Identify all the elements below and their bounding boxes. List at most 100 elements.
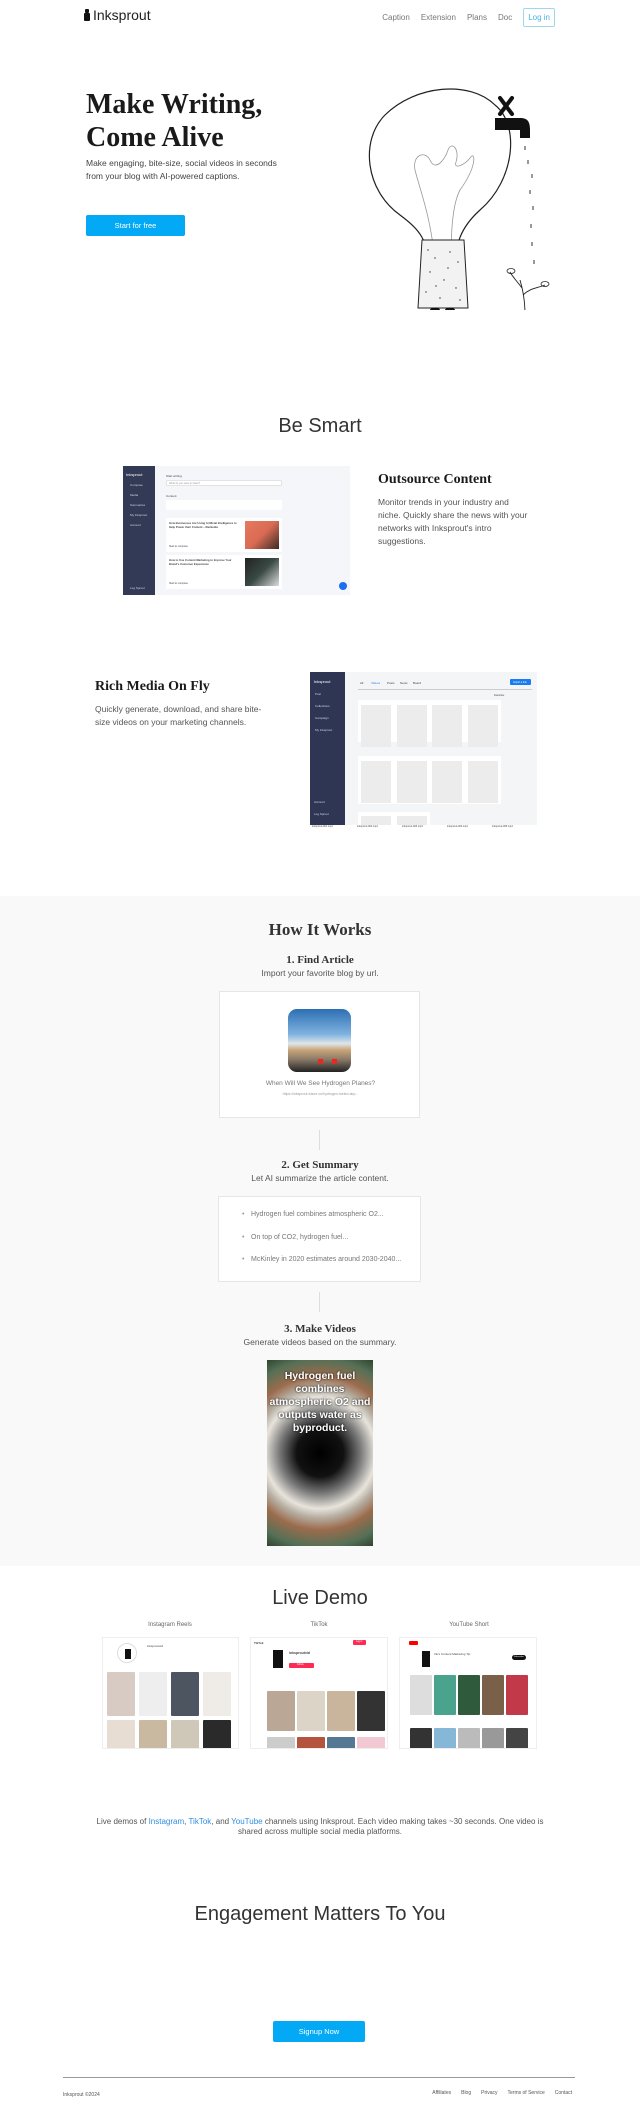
video-thumb	[397, 705, 427, 747]
video-thumb	[468, 761, 498, 803]
video-thumb	[397, 816, 427, 825]
app1-nav-footer: Log Sprout	[130, 586, 145, 590]
footer-links: Affiliates Blog Privacy Terms of Service…	[432, 2090, 572, 2096]
start-free-button[interactable]: Start for free	[86, 215, 185, 236]
signup-button[interactable]: Signup Now	[273, 2021, 365, 2042]
login-button[interactable]: Log in	[523, 8, 555, 27]
download-item: inksprout-004.mp4	[447, 825, 468, 828]
step-connector	[319, 1292, 320, 1312]
app1-nav-account: Account	[130, 523, 141, 527]
youtube-demo[interactable]: Ink's Content Marketing Tip Subscribe	[399, 1637, 537, 1749]
app1-article-action-2: Start to compose	[169, 582, 188, 585]
nav-link-doc[interactable]: Doc	[498, 13, 512, 22]
chat-bubble-icon	[339, 582, 347, 590]
hero-title: Make Writing, Come Alive	[86, 88, 386, 154]
app1-brand: Inksprout	[126, 472, 143, 477]
footer-link-affiliates[interactable]: Affiliates	[432, 2090, 451, 2096]
app1-sidebar: Inksprout Compose Media Summaries My Ink…	[123, 466, 155, 595]
compose-app-screenshot: Inksprout Compose Media Summaries My Ink…	[123, 466, 350, 595]
app1-article-title-1: How Businesses Are Using Artificial Inte…	[169, 521, 237, 529]
app2-filter: Favorites	[494, 694, 505, 697]
lightbulb-illustration	[368, 88, 550, 310]
water-drops	[524, 146, 535, 264]
app2-import-button: Import a link	[510, 679, 531, 685]
app2-nav-campaign: Campaign	[315, 716, 329, 720]
hero-title-line1: Make Writing,	[86, 89, 263, 120]
app2-nav-collections: Collections	[315, 704, 330, 708]
app2-sidebar: Inksprout Post Collections Campaign My I…	[310, 672, 345, 825]
summary-bullet: McKinley in 2020 estimates around 2030-2…	[242, 1256, 401, 1263]
footer-link-terms[interactable]: Terms of Service	[508, 2090, 545, 2096]
app1-article-action-1: Start to compose	[169, 545, 188, 548]
article-title: When Will We See Hydrogen Planes?	[265, 1080, 376, 1087]
tiktok-demo[interactable]: TikTok Log in inksproutvid Follow	[250, 1637, 388, 1749]
tiktok-handle: inksproutvid	[289, 1651, 311, 1655]
video-caption: Hydrogen fuel combines atmospheric O2 an…	[269, 1370, 371, 1434]
app1-article-title-2: How to Use Content Marketing to Improve …	[169, 558, 232, 566]
app1-content-label: Content	[166, 494, 177, 498]
be-smart-title: Be Smart	[278, 415, 362, 437]
nav-link-caption[interactable]: Caption	[382, 13, 410, 22]
demo-label-instagram: Instagram Reels	[148, 1622, 192, 1628]
footer-link-blog[interactable]: Blog	[461, 2090, 471, 2096]
step3-heading: 3. Make Videos	[284, 1323, 356, 1335]
generated-video-preview[interactable]: Hydrogen fuel combines atmospheric O2 an…	[267, 1360, 373, 1546]
faucet-handle	[498, 96, 514, 116]
tiktok-avatar	[273, 1650, 283, 1668]
instagram-handle: inksproutvid	[147, 1644, 164, 1648]
brand-name: Inksprout	[93, 7, 151, 23]
tiktok-login-button: Log in	[353, 1640, 366, 1645]
app2-nav-my-inksprout: My Inksprout	[315, 728, 333, 732]
nav-links: Caption Extension Plans Doc Log in	[382, 8, 555, 27]
footer-divider	[63, 2077, 575, 2078]
app2-nav-post: Post	[315, 692, 322, 696]
video-thumb	[397, 761, 427, 803]
step2-heading: 2. Get Summary	[281, 1159, 359, 1171]
youtube-link[interactable]: YouTube	[231, 1817, 262, 1826]
video-thumb	[468, 705, 498, 747]
app1-nav-media: Media	[130, 493, 139, 497]
nav-link-extension[interactable]: Extension	[421, 13, 456, 22]
hero-subtitle: Make engaging, bite-size, social videos …	[86, 158, 277, 181]
nav-link-plans[interactable]: Plans	[467, 13, 487, 22]
hero-title-line2: Come Alive	[86, 122, 224, 153]
video-thumb	[361, 761, 391, 803]
instagram-avatar	[117, 1643, 137, 1663]
footer-link-privacy[interactable]: Privacy	[481, 2090, 497, 2096]
youtube-logo-icon	[409, 1641, 418, 1645]
app2-tab-videos: Videos	[371, 681, 381, 685]
step2-body: Let AI summarize the article content.	[251, 1173, 389, 1183]
brand-logo[interactable]: Inksprout	[84, 7, 151, 23]
tiktok-link[interactable]: TikTok	[188, 1817, 211, 1826]
video-thumb	[432, 705, 462, 747]
app1-start-placeholder: What do you want to share?	[169, 482, 201, 485]
app2-tab-news: News	[400, 681, 408, 685]
step1-body: Import your favorite blog by url.	[261, 968, 379, 978]
app1-start-label: Start writing	[166, 474, 182, 478]
app1-nav-summaries: Summaries	[130, 503, 146, 507]
rich-media-heading: Rich Media On Fly	[95, 679, 210, 694]
demo-label-youtube: YouTube Short	[449, 1622, 489, 1628]
how-it-works-title: How It Works	[268, 920, 372, 939]
footer-link-contact[interactable]: Contact	[555, 2090, 572, 2096]
app1-filter-row	[166, 500, 282, 510]
demo-label-tiktok: TikTok	[310, 1622, 328, 1628]
outsource-heading: Outsource Content	[378, 472, 492, 487]
youtube-subscribe-button: Subscribe	[512, 1655, 526, 1660]
live-demo-title: Live Demo	[272, 1587, 368, 1609]
download-item: inksprout-005.mp4	[492, 825, 513, 828]
instagram-demo[interactable]: inksproutvid	[102, 1637, 239, 1749]
tiktok-follow-button: Follow	[289, 1663, 314, 1668]
summary-bullet: Hydrogen fuel combines atmospheric O2...	[242, 1211, 384, 1218]
ink-bottle-icon	[84, 9, 90, 21]
engagement-title: Engagement Matters To You	[194, 1903, 446, 1925]
youtube-avatar	[422, 1651, 430, 1667]
video-thumb	[361, 705, 391, 747]
app1-article-thumb-2	[245, 558, 279, 586]
coat-body	[417, 239, 469, 309]
article-url: https://inksprout-future.co/hydrogen-fue…	[282, 1092, 359, 1096]
download-item: inksprout-001.mp4	[312, 825, 333, 828]
video-thumb	[361, 816, 391, 825]
instagram-link[interactable]: Instagram	[149, 1817, 185, 1826]
app2-tab-posts: Posts	[387, 681, 395, 685]
